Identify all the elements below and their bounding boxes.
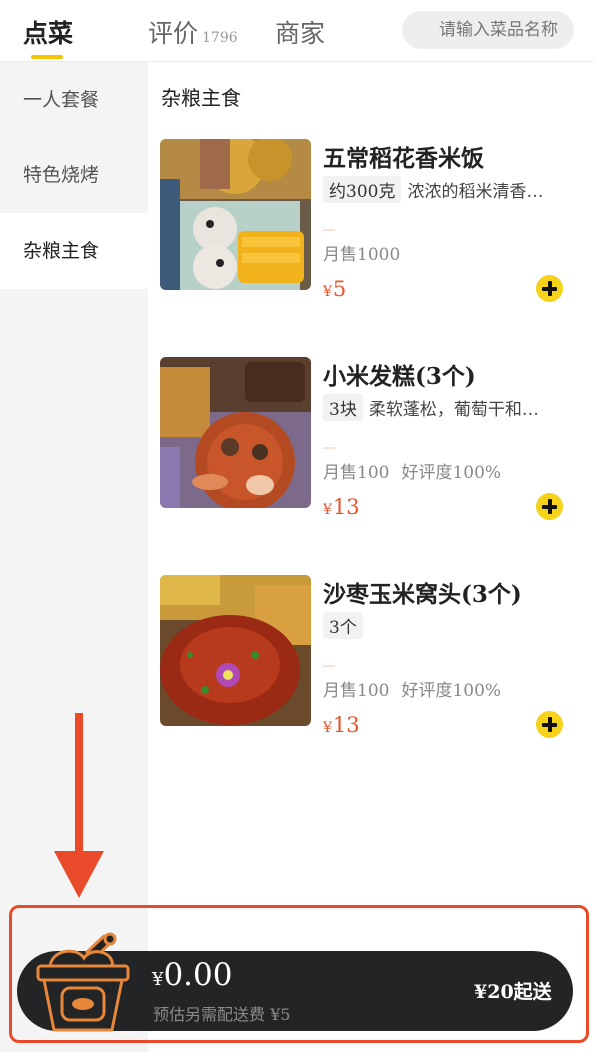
- dish-card[interactable]: 沙枣玉米窝头(3个) 3个 月售100 好评度100% ¥13: [160, 575, 574, 738]
- tab-merchant-label: 商家: [275, 19, 326, 48]
- sidebar-item-staple[interactable]: 杂粮主食: [0, 213, 148, 289]
- dish-card[interactable]: 小米发糕(3个) 3块 柔软蓬松，葡萄干和… 月售100 好评度100% ¥13: [160, 357, 574, 520]
- delivery-fee-note: 预估另需配送费 ¥5: [153, 1005, 291, 1024]
- dish-photo[interactable]: [160, 357, 311, 508]
- rating: 好评度100%: [401, 463, 502, 483]
- price-value: 5: [332, 277, 347, 301]
- dish-subtitle: 3块 柔软蓬松，葡萄干和…: [323, 393, 539, 421]
- dish-price: ¥13: [323, 713, 360, 737]
- dish-stats: 月售100 好评度100%: [323, 458, 501, 483]
- divider-dash: [323, 665, 335, 667]
- sidebar-item-bbq[interactable]: 特色烧烤: [0, 137, 148, 213]
- top-tab-bar: 点菜 评价 1796 商家 请输入菜品名称: [0, 0, 594, 62]
- dish-portion-tag: 3块: [323, 393, 363, 421]
- dish-portion-tag: 3个: [323, 611, 363, 639]
- search-input[interactable]: 请输入菜品名称: [402, 11, 574, 49]
- dish-portion-tag: 约300克: [323, 175, 402, 203]
- dish-price: ¥5: [323, 277, 346, 301]
- add-to-cart-button[interactable]: [536, 711, 563, 738]
- divider-dash: [323, 447, 335, 449]
- currency-symbol: ¥: [152, 969, 164, 990]
- currency-symbol: ¥: [323, 284, 332, 300]
- dish-photo[interactable]: [160, 575, 311, 726]
- dish-name: 沙枣玉米窝头(3个): [323, 581, 522, 608]
- dish-stats: 月售1000: [323, 240, 400, 265]
- add-to-cart-button[interactable]: [536, 275, 563, 302]
- tab-merchant[interactable]: 商家: [275, 14, 325, 50]
- min-order-button[interactable]: ¥20起送: [474, 977, 552, 1004]
- dish-price: ¥13: [323, 495, 360, 519]
- tab-reviews-label: 评价: [148, 19, 199, 48]
- section-title: 杂粮主食: [161, 86, 241, 110]
- reviews-count: 1796: [202, 30, 238, 46]
- dish-description: 浓浓的稻米清香…: [407, 181, 544, 202]
- sidebar-item-set-meal[interactable]: 一人套餐: [0, 62, 148, 138]
- monthly-sales: 月售1000: [323, 245, 401, 265]
- monthly-sales: 月售100: [323, 463, 390, 483]
- tab-order-label: 点菜: [23, 19, 74, 48]
- dish-description: 柔软蓬松，葡萄干和…: [368, 399, 539, 420]
- currency-symbol: ¥: [323, 502, 332, 518]
- dish-subtitle: 3个: [323, 611, 369, 639]
- rating: 好评度100%: [401, 681, 502, 701]
- dish-name: 小米发糕(3个): [323, 363, 476, 390]
- currency-symbol: ¥: [323, 720, 332, 736]
- add-to-cart-button[interactable]: [536, 493, 563, 520]
- active-tab-indicator: [31, 55, 63, 59]
- price-value: 13: [332, 713, 360, 737]
- tab-reviews[interactable]: 评价 1796: [148, 14, 238, 50]
- tab-order[interactable]: 点菜: [23, 14, 73, 50]
- monthly-sales: 月售100: [323, 681, 390, 701]
- plus-icon-vertical: [547, 499, 552, 514]
- plus-icon-vertical: [547, 281, 552, 296]
- cart-total-value: 0.00: [163, 957, 233, 993]
- dish-name: 五常稻花香米饭: [323, 145, 484, 172]
- category-sidebar: 一人套餐 特色烧烤 杂粮主食: [0, 62, 148, 1052]
- price-value: 13: [332, 495, 360, 519]
- down-arrow-icon: [54, 713, 104, 898]
- divider-dash: [323, 229, 335, 231]
- food-bucket-icon[interactable]: [32, 930, 136, 1034]
- dish-photo[interactable]: [160, 139, 311, 290]
- plus-icon-vertical: [547, 717, 552, 732]
- dish-subtitle: 约300克 浓浓的稻米清香…: [323, 175, 544, 203]
- cart-total: ¥0.00: [152, 957, 232, 993]
- dish-stats: 月售100 好评度100%: [323, 676, 501, 701]
- dish-card[interactable]: 五常稻花香米饭 约300克 浓浓的稻米清香… 月售1000 ¥5: [160, 139, 574, 302]
